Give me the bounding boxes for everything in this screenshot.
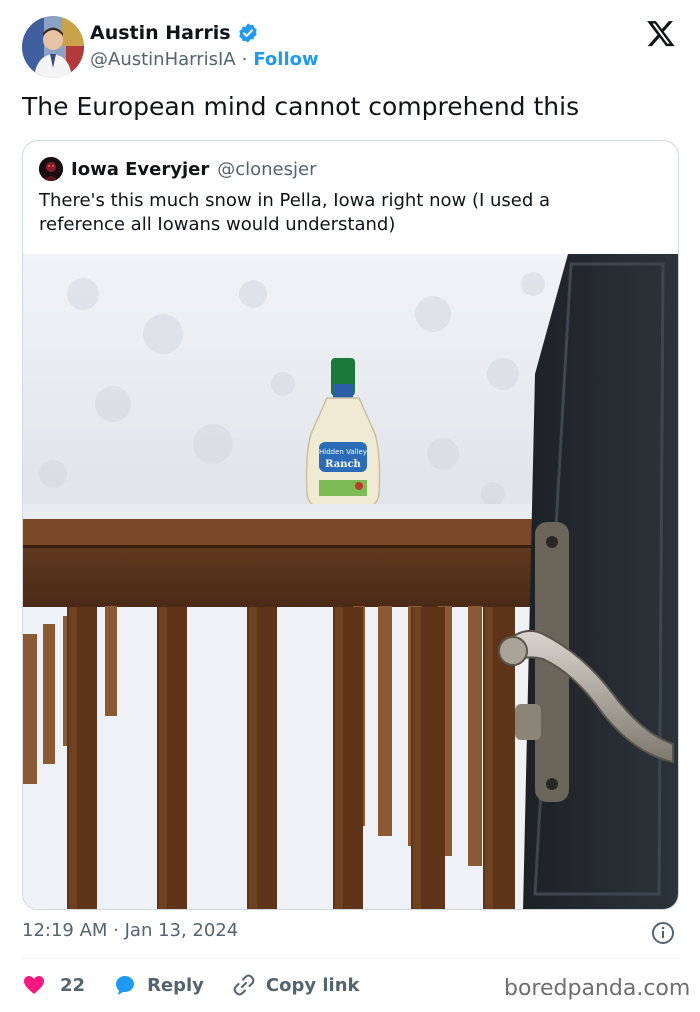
x-logo-icon[interactable] bbox=[646, 18, 676, 48]
like-button[interactable]: 22 bbox=[22, 973, 85, 997]
tweet-text: The European mind cannot comprehend this bbox=[22, 92, 580, 121]
separator-dot: · bbox=[241, 49, 248, 70]
footer-divider bbox=[22, 958, 678, 959]
tweet-timestamp[interactable]: 12:19 AM · Jan 13, 2024 bbox=[22, 920, 238, 941]
quoted-tweet[interactable]: Iowa Everyjer @clonesjer There's this mu… bbox=[22, 140, 679, 910]
author-display-name[interactable]: Austin Harris bbox=[90, 22, 231, 44]
reply-button[interactable]: Reply bbox=[113, 973, 204, 997]
action-bar: 22 Reply Copy link bbox=[22, 970, 388, 1000]
quoted-handle: @clonesjer bbox=[217, 158, 317, 180]
heart-icon bbox=[24, 976, 44, 994]
tweet-card: Austin Harris @AustinHarrisIA · Follow T… bbox=[0, 0, 700, 1012]
author-avatar[interactable] bbox=[22, 16, 84, 78]
info-icon[interactable] bbox=[651, 921, 675, 945]
verified-badge-icon bbox=[237, 22, 259, 44]
svg-text:Ranch: Ranch bbox=[325, 459, 361, 470]
reply-label: Reply bbox=[147, 974, 204, 996]
svg-text:Hidden Valley: Hidden Valley bbox=[319, 448, 367, 456]
watermark: boredpanda.com bbox=[504, 976, 691, 1001]
follow-button[interactable]: Follow bbox=[253, 49, 318, 70]
quoted-display-name: Iowa Everyjer bbox=[71, 158, 210, 180]
author-handle-row: @AustinHarrisIA · Follow bbox=[90, 49, 319, 70]
quoted-text: There's this much snow in Pella, Iowa ri… bbox=[39, 190, 551, 235]
author-handle[interactable]: @AustinHarrisIA bbox=[90, 49, 236, 70]
author-name-row: Austin Harris bbox=[90, 22, 259, 44]
quoted-header: Iowa Everyjer @clonesjer bbox=[39, 157, 316, 181]
reply-bubble-icon bbox=[116, 976, 135, 995]
quoted-avatar bbox=[39, 157, 63, 181]
quoted-photo[interactable]: Hidden Valley Ranch bbox=[23, 254, 678, 909]
like-count: 22 bbox=[60, 974, 86, 996]
copy-link-label: Copy link bbox=[265, 974, 360, 996]
link-icon bbox=[233, 974, 255, 996]
copy-link-button[interactable]: Copy link bbox=[232, 973, 360, 997]
